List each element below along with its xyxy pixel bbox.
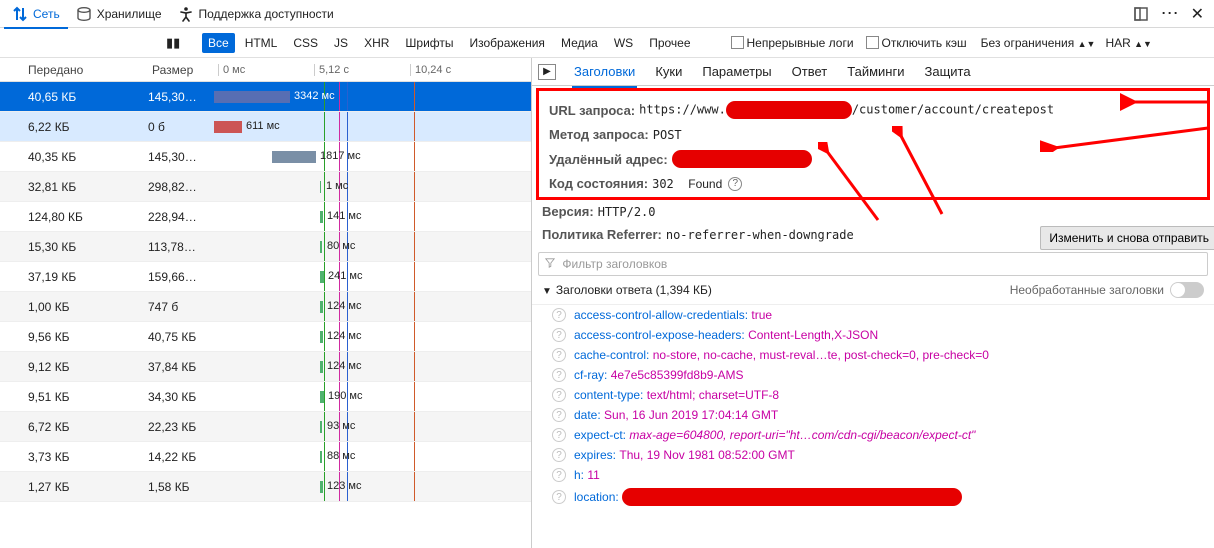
redaction (672, 150, 812, 168)
top-toolbar: Сеть Хранилище Поддержка доступности ⋯ ✕ (0, 0, 1214, 28)
disable-cache-checkbox[interactable]: Отключить кэш (858, 36, 967, 50)
tab-cookies[interactable]: Куки (653, 60, 684, 83)
play-icon[interactable]: ▶ (538, 64, 556, 80)
tab-label: Поддержка доступности (199, 7, 334, 21)
status-row: Код состояния: 302 Found ? (549, 172, 1197, 195)
filter-all[interactable]: Все (202, 33, 235, 53)
table-row[interactable]: 37,19 КБ159,66… 241 мс (0, 262, 531, 292)
table-row[interactable]: 6,72 КБ22,23 КБ 93 мс (0, 412, 531, 442)
help-icon[interactable]: ? (552, 468, 566, 482)
col-size[interactable]: Размер (148, 63, 214, 77)
filter-fonts[interactable]: Шрифты (399, 33, 459, 53)
header-item: ?cache-control: no-store, no-cache, must… (532, 345, 1214, 365)
help-icon[interactable]: ? (552, 368, 566, 382)
filter-html[interactable]: HTML (239, 33, 284, 53)
request-rows: 40,65 КБ145,30… 3342 мс 6,22 КБ0 б 611 м… (0, 82, 531, 502)
help-icon[interactable]: ? (552, 428, 566, 442)
header-item: ?cf-ray: 4e7e5c85399fd8b9-AMS (532, 365, 1214, 385)
header-item: ?expect-ct: max-age=604800, report-uri="… (532, 425, 1214, 445)
raw-headers-toggle[interactable]: Необработанные заголовки (1010, 282, 1204, 298)
filter-media[interactable]: Медиа (555, 33, 604, 53)
headers-filter-input[interactable]: Фильтр заголовков (538, 252, 1208, 276)
storage-icon (76, 6, 92, 22)
table-row[interactable]: 9,12 КБ37,84 КБ 124 мс (0, 352, 531, 382)
details-tabs: ▶ Заголовки Куки Параметры Ответ Тайминг… (532, 58, 1214, 86)
har-select[interactable]: HAR ▲▼ (1105, 36, 1152, 50)
tab-security[interactable]: Защита (922, 60, 972, 83)
help-icon[interactable]: ? (552, 328, 566, 342)
filter-bar: ▮▮ Все HTML CSS JS XHR Шрифты Изображени… (0, 28, 1214, 58)
filter-images[interactable]: Изображения (464, 33, 551, 53)
edit-resend-button[interactable]: Изменить и снова отправить (1040, 226, 1214, 250)
help-icon[interactable]: ? (552, 448, 566, 462)
persist-logs-checkbox[interactable]: Непрерывные логи (723, 36, 854, 50)
table-row[interactable]: 40,65 КБ145,30… 3342 мс (0, 82, 531, 112)
tab-label: Хранилище (97, 7, 162, 21)
tab-timings[interactable]: Тайминги (845, 60, 906, 83)
table-row[interactable]: 6,22 КБ0 б 611 мс (0, 112, 531, 142)
tab-accessibility[interactable]: Поддержка доступности (170, 0, 342, 28)
table-row[interactable]: 124,80 КБ228,94… 141 мс (0, 202, 531, 232)
table-header: Передано Размер 0 мс 5,12 с 10,24 с (0, 58, 531, 82)
header-item: ?content-type: text/html; charset=UTF-8 (532, 385, 1214, 405)
pause-icon[interactable]: ▮▮ (160, 35, 176, 51)
tab-params[interactable]: Параметры (700, 60, 773, 83)
tab-label: Сеть (33, 7, 60, 21)
table-row[interactable]: 15,30 КБ113,78… 80 мс (0, 232, 531, 262)
filter-other[interactable]: Прочее (643, 33, 696, 53)
header-item: ?location: (532, 485, 1214, 509)
response-headers-list: ?access-control-allow-credentials: true?… (532, 305, 1214, 548)
filter-ws[interactable]: WS (608, 33, 639, 53)
filter-css[interactable]: CSS (287, 33, 324, 53)
edit-resend-wrap: Изменить и снова отправить (1040, 226, 1214, 250)
throttle-select[interactable]: Без ограничения ▲▼ (981, 36, 1096, 50)
header-item: ?h: 11 (532, 465, 1214, 485)
table-row[interactable]: 9,56 КБ40,75 КБ 124 мс (0, 322, 531, 352)
header-item: ?expires: Thu, 19 Nov 1981 08:52:00 GMT (532, 445, 1214, 465)
tab-network[interactable]: Сеть (4, 0, 68, 28)
tab-response[interactable]: Ответ (790, 60, 830, 83)
request-list-panel: Передано Размер 0 мс 5,12 с 10,24 с 40,6… (0, 58, 532, 548)
table-row[interactable]: 40,35 КБ145,30… 1817 мс (0, 142, 531, 172)
more-icon[interactable]: ⋯ (1155, 3, 1185, 24)
funnel-icon (545, 258, 555, 268)
col-transferred[interactable]: Передано (0, 63, 148, 77)
url-row: URL запроса: https://www./customer/accou… (549, 97, 1197, 123)
help-icon[interactable]: ? (552, 388, 566, 402)
tab-headers[interactable]: Заголовки (572, 60, 637, 83)
table-row[interactable]: 3,73 КБ14,22 КБ 88 мс (0, 442, 531, 472)
tab-storage[interactable]: Хранилище (68, 0, 170, 28)
table-row[interactable]: 32,81 КБ298,82… 1 мс (0, 172, 531, 202)
help-icon[interactable]: ? (552, 308, 566, 322)
remote-row: Удалённый адрес: (549, 146, 1197, 172)
version-row: Версия: HTTP/2.0 (532, 200, 1214, 223)
header-item: ?date: Sun, 16 Jun 2019 17:04:14 GMT (532, 405, 1214, 425)
dock-icon[interactable] (1133, 6, 1149, 22)
chevron-down-icon: ▼ (542, 286, 552, 297)
close-icon[interactable]: ✕ (1185, 4, 1210, 24)
help-icon[interactable]: ? (552, 408, 566, 422)
filter-xhr[interactable]: XHR (358, 33, 395, 53)
table-row[interactable]: 1,27 КБ1,58 КБ 123 мс (0, 472, 531, 502)
method-row: Метод запроса: POST (549, 123, 1197, 146)
help-icon[interactable]: ? (728, 177, 742, 191)
filter-js[interactable]: JS (328, 33, 354, 53)
help-icon[interactable]: ? (552, 348, 566, 362)
response-headers-section[interactable]: ▼Заголовки ответа (1,394 КБ) Необработан… (532, 276, 1214, 305)
redaction (726, 101, 852, 119)
details-panel: ▶ Заголовки Куки Параметры Ответ Тайминг… (532, 58, 1214, 548)
col-timeline[interactable]: 0 мс 5,12 с 10,24 с (214, 64, 531, 76)
header-item: ?access-control-expose-headers: Content-… (532, 325, 1214, 345)
help-icon[interactable]: ? (552, 490, 566, 504)
table-row[interactable]: 9,51 КБ34,30 КБ 190 мс (0, 382, 531, 412)
request-summary: URL запроса: https://www./customer/accou… (536, 88, 1210, 200)
network-icon (12, 6, 28, 22)
header-item: ?access-control-allow-credentials: true (532, 305, 1214, 325)
table-row[interactable]: 1,00 КБ747 б 124 мс (0, 292, 531, 322)
accessibility-icon (178, 6, 194, 22)
